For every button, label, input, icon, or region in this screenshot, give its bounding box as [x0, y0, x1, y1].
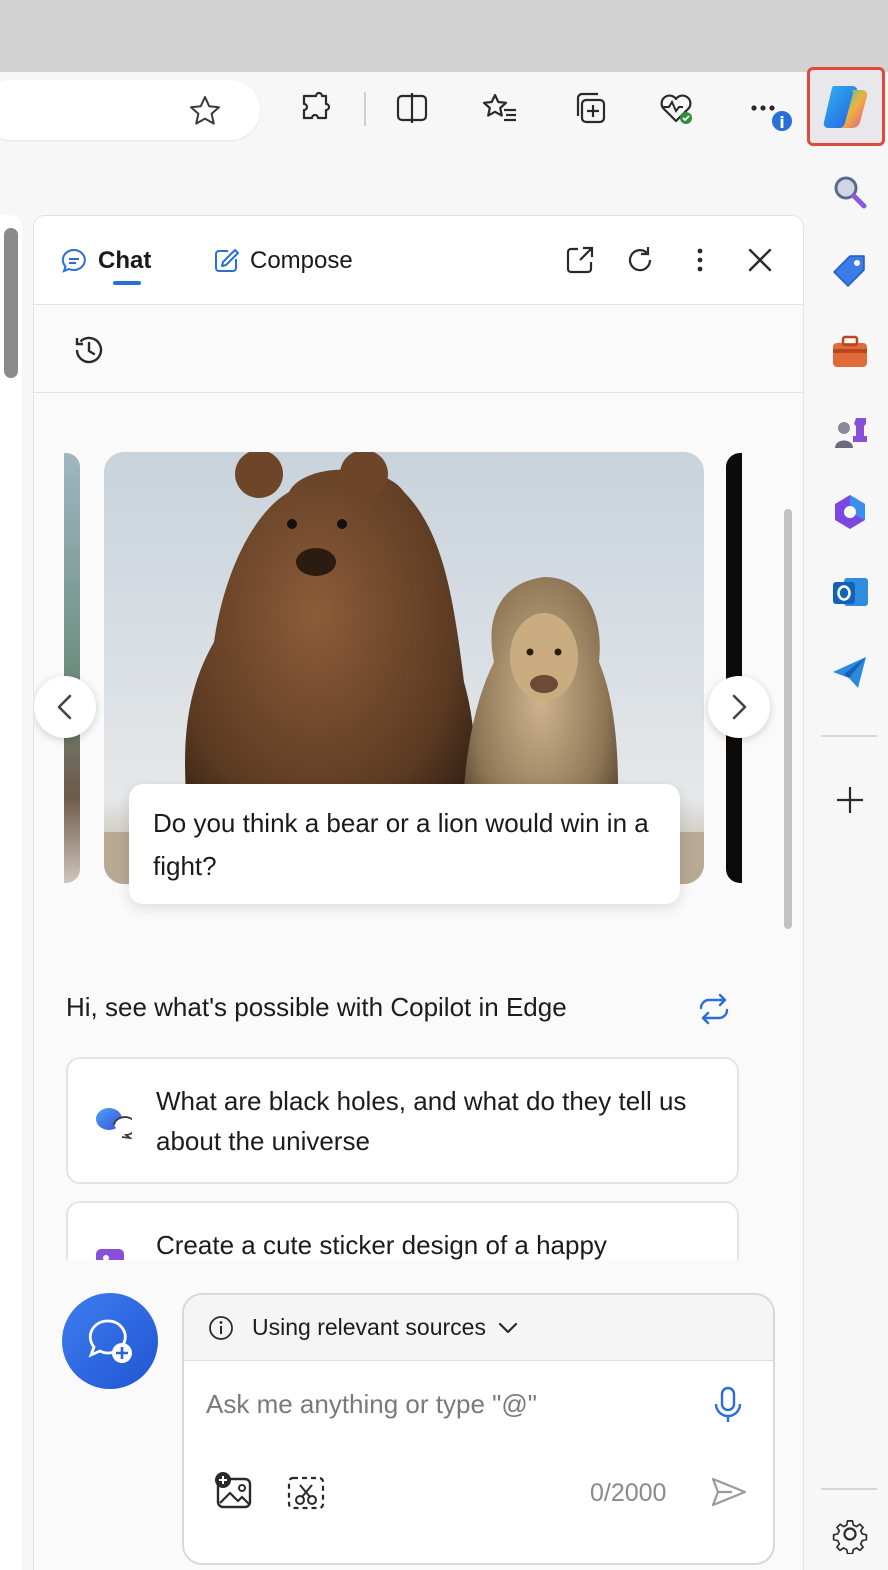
split-screen-icon[interactable]: [394, 90, 430, 126]
more-options-icon[interactable]: [684, 244, 716, 276]
composer: Using relevant sources 0/2000: [182, 1293, 775, 1565]
history-icon[interactable]: [72, 333, 106, 367]
new-chat-icon: [88, 1319, 132, 1363]
chat-bubbles-icon: [96, 1108, 132, 1139]
settings-icon[interactable]: [830, 1514, 870, 1554]
page-content-edge: [0, 215, 22, 1570]
copilot-icon: [823, 86, 868, 128]
chevron-right-icon: [732, 694, 747, 720]
suggestion-text: What are black holes, and what do they t…: [156, 1086, 687, 1156]
search-icon[interactable]: [830, 172, 870, 212]
carousel-prompt-card[interactable]: Do you think a bear or a lion would win …: [129, 784, 680, 904]
suggestion-text: Create a cute sticker design of a happy: [156, 1230, 607, 1260]
collections-icon[interactable]: [572, 90, 608, 126]
sources-label: Using relevant sources: [252, 1314, 486, 1340]
shopping-tag-icon[interactable]: [830, 252, 870, 292]
carousel-card-previous[interactable]: [64, 453, 80, 883]
open-in-new-window-icon[interactable]: [564, 244, 596, 276]
outlook-icon[interactable]: [830, 572, 870, 612]
favorites-icon[interactable]: [482, 90, 518, 126]
active-tab-indicator: [113, 281, 141, 285]
page-scrollbar[interactable]: [4, 228, 18, 378]
toolbar-separator: [364, 92, 366, 126]
games-icon[interactable]: [830, 412, 870, 452]
browser-toolbar: i: [0, 67, 888, 148]
refresh-icon[interactable]: [624, 244, 656, 276]
chat-input[interactable]: [206, 1389, 686, 1420]
chevron-down-icon: [498, 1322, 518, 1333]
sidebar-separator: [821, 1488, 877, 1490]
carousel-card-next[interactable]: [726, 453, 742, 883]
send-icon[interactable]: [830, 652, 870, 692]
screenshot-snip-icon[interactable]: [286, 1475, 326, 1511]
copilot-panel: Chat Compose Do you think a bear or a li…: [33, 215, 804, 1570]
notification-badge: i: [770, 109, 794, 133]
carousel-next-button[interactable]: [708, 676, 770, 738]
extensions-icon[interactable]: [298, 90, 334, 126]
add-icon[interactable]: [830, 780, 870, 820]
new-chat-button[interactable]: [62, 1293, 158, 1389]
address-bar[interactable]: [0, 80, 260, 140]
sources-dropdown[interactable]: Using relevant sources: [184, 1295, 773, 1361]
panel-scrollbar[interactable]: [784, 509, 792, 929]
title-bar: [0, 0, 888, 72]
character-counter: 0/2000: [590, 1479, 667, 1507]
star-icon[interactable]: [188, 94, 222, 128]
copilot-button[interactable]: [807, 67, 885, 146]
browser-essentials-icon[interactable]: [658, 90, 694, 126]
info-icon: [209, 1315, 233, 1340]
send-icon[interactable]: [710, 1475, 748, 1509]
microsoft-365-icon[interactable]: [830, 492, 870, 532]
chat-bubble-icon: [61, 248, 86, 273]
compose-pen-icon: [215, 249, 239, 272]
carousel-previous-button[interactable]: [34, 676, 96, 738]
refresh-suggestions-icon[interactable]: [696, 993, 732, 1025]
suggestion-card[interactable]: What are black holes, and what do they t…: [66, 1057, 739, 1184]
tab-chat[interactable]: Chat: [60, 243, 151, 279]
panel-header: Chat Compose: [34, 216, 803, 305]
microphone-icon[interactable]: [712, 1385, 744, 1425]
sidebar-separator: [821, 735, 877, 737]
tab-compose[interactable]: Compose: [212, 243, 353, 279]
history-row: [34, 305, 803, 393]
tools-icon[interactable]: [830, 332, 870, 372]
tab-chat-label: Chat: [98, 247, 152, 274]
greeting-text: Hi, see what's possible with Copilot in …: [66, 992, 567, 1022]
chevron-left-icon: [57, 694, 72, 720]
close-icon[interactable]: [744, 244, 776, 276]
tab-compose-label: Compose: [250, 247, 353, 274]
add-image-icon[interactable]: [214, 1471, 254, 1511]
